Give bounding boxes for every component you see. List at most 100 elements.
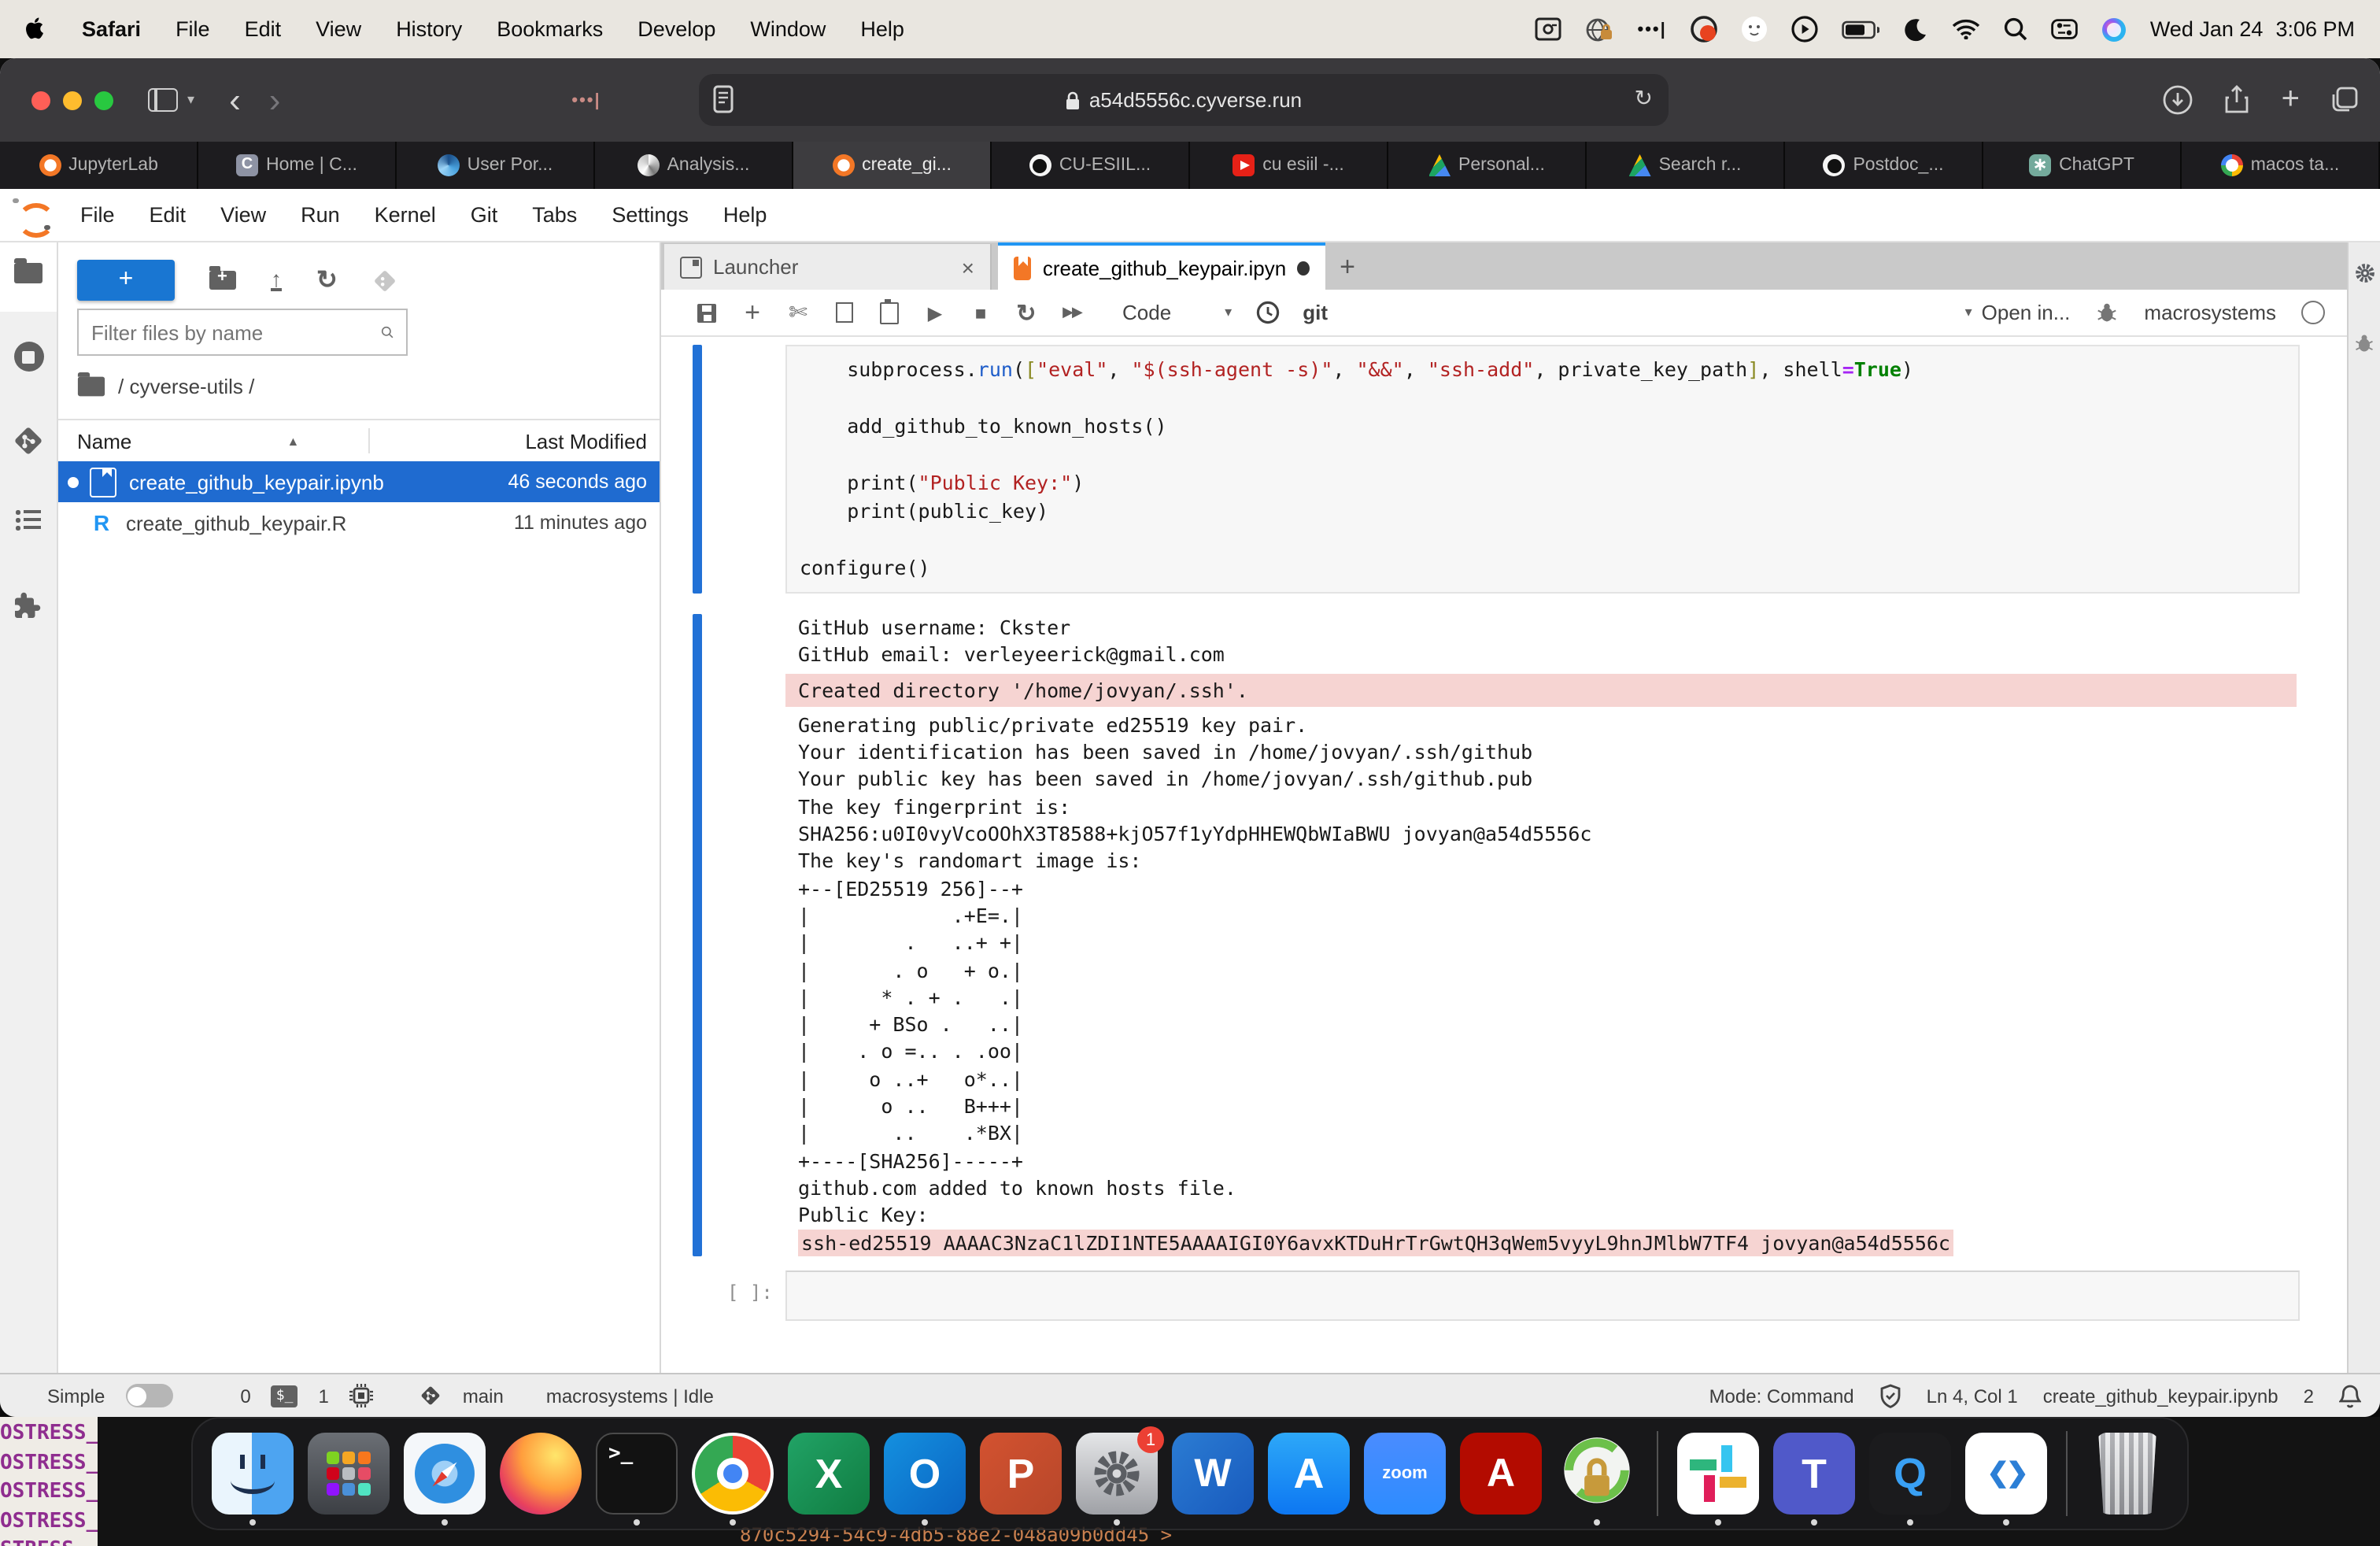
filter-files-field[interactable] [79, 320, 381, 344]
close-window-button[interactable] [31, 91, 50, 109]
jl-menu-help[interactable]: Help [706, 203, 785, 227]
focus-moon-icon[interactable] [1903, 15, 1928, 43]
column-last-modified[interactable]: Last Modified [525, 429, 647, 453]
new-tab-icon[interactable]: + [2282, 82, 2300, 118]
git-tab-icon[interactable] [0, 423, 57, 458]
new-launcher-button[interactable]: + [77, 260, 175, 301]
run-cell-button[interactable]: ▶ [924, 301, 946, 324]
dock-chrome[interactable] [692, 1433, 774, 1515]
doc-tab-launcher[interactable]: Launcher× [664, 244, 992, 290]
home-folder-icon[interactable] [78, 377, 105, 397]
adobe-cc-icon[interactable] [1691, 15, 1717, 43]
jl-menu-view[interactable]: View [203, 203, 283, 227]
safari-tab-home-c[interactable]: Home | C... [198, 142, 397, 189]
dock-outlook[interactable] [884, 1433, 966, 1515]
dock-slack[interactable] [1677, 1433, 1759, 1515]
refresh-file-list-button[interactable]: ↻ [316, 264, 338, 296]
simple-mode-toggle[interactable] [125, 1384, 172, 1407]
filter-files-input[interactable] [77, 309, 408, 356]
dock-word[interactable] [1172, 1433, 1254, 1515]
paste-cell-button[interactable] [878, 301, 900, 324]
control-center-icon[interactable] [2051, 15, 2078, 43]
reload-icon[interactable]: ↻ [1635, 85, 1653, 112]
cursor-position[interactable]: Ln 4, Col 1 [1927, 1385, 2018, 1407]
menu-window[interactable]: Window [750, 17, 826, 41]
now-playing-icon[interactable] [1791, 15, 1818, 43]
zoom-window-button[interactable] [94, 91, 113, 109]
extensions-icon[interactable]: •••| [571, 91, 601, 109]
dock-excel[interactable] [788, 1433, 870, 1515]
share-icon[interactable] [2225, 85, 2250, 115]
restart-kernel-button[interactable]: ↻ [1015, 298, 1037, 327]
terminal-icon[interactable]: $_ [272, 1385, 298, 1407]
menu-clock[interactable]: Wed Jan 24 3:06 PM [2150, 17, 2355, 41]
apple-menu[interactable] [25, 15, 47, 43]
menu-history[interactable]: History [396, 17, 462, 41]
menu-help[interactable]: Help [860, 17, 904, 41]
open-in-button[interactable]: Open in... [1982, 301, 2071, 324]
menu-edit[interactable]: Edit [245, 17, 282, 41]
debugger-bug-icon[interactable] [2095, 301, 2119, 324]
dock-acrobat[interactable] [1460, 1433, 1542, 1515]
spotlight-icon[interactable] [2004, 15, 2027, 43]
back-button[interactable]: ‹ [229, 80, 241, 120]
jl-menu-file[interactable]: File [63, 203, 132, 227]
dock-vscode[interactable] [1965, 1433, 2047, 1515]
copy-cell-button[interactable] [833, 302, 855, 323]
close-icon[interactable]: × [962, 254, 974, 279]
safari-tab-personal-drive[interactable]: Personal... [1388, 142, 1587, 189]
file-row-notebook-file[interactable]: create_github_keypair.ipynb46 seconds ag… [58, 461, 660, 502]
jl-menu-settings[interactable]: Settings [594, 203, 706, 227]
new-tab-button[interactable]: + [1325, 244, 1369, 290]
code-cell[interactable]: subprocess.run(["eval", "$(ssh-agent -s)… [661, 345, 2347, 594]
safari-tab-user-portal[interactable]: User Por... [397, 142, 595, 189]
dock-safari[interactable] [404, 1433, 486, 1515]
extensions-tab-icon[interactable] [0, 592, 57, 623]
git-toolbar-label[interactable]: git [1303, 301, 1328, 324]
cpu-chip-icon[interactable] [349, 1384, 373, 1407]
dock-launchpad[interactable] [308, 1433, 390, 1515]
dock-appstore[interactable] [1268, 1433, 1350, 1515]
jl-menu-tabs[interactable]: Tabs [515, 203, 594, 227]
trust-shield-icon[interactable] [1879, 1383, 1901, 1408]
forward-button[interactable]: › [269, 80, 281, 120]
cell-type-dropdown[interactable]: Code ▾ [1122, 301, 1232, 324]
dock-terminal[interactable] [596, 1433, 678, 1515]
battery-icon[interactable] [1842, 15, 1879, 43]
downloads-icon[interactable] [2164, 85, 2193, 115]
minimize-window-button[interactable] [63, 91, 82, 109]
dock-zoom[interactable] [1364, 1433, 1446, 1515]
git-clone-button[interactable] [372, 267, 399, 294]
code-editor[interactable]: subprocess.run(["eval", "$(ssh-agent -s)… [785, 345, 2300, 594]
safari-tab-jupyterlab[interactable]: JupyterLab [0, 142, 198, 189]
safari-tab-macos-ta[interactable]: macos ta... [2182, 142, 2380, 189]
cell-output-area[interactable]: GitHub username: Ckster GitHub email: ve… [661, 614, 2347, 1256]
mode-indicator[interactable]: Mode: Command [1709, 1385, 1854, 1407]
doc-tab-notebook[interactable]: create_github_keypair.ipyn [998, 242, 1325, 290]
menu-file[interactable]: File [176, 17, 210, 41]
jl-menu-run[interactable]: Run [283, 203, 357, 227]
kernel-status-icon[interactable] [2301, 301, 2325, 324]
dock-trash[interactable] [2086, 1433, 2168, 1515]
menu-develop[interactable]: Develop [638, 17, 715, 41]
git-branch-name[interactable]: main [463, 1385, 504, 1407]
status-filename[interactable]: create_github_keypair.ipynb [2043, 1385, 2278, 1407]
jl-menu-edit[interactable]: Edit [132, 203, 204, 227]
safari-tab-search-results[interactable]: Search r... [1587, 142, 1785, 189]
save-button[interactable] [696, 303, 718, 322]
file-row-r-file[interactable]: Rcreate_github_keypair.R11 minutes ago [58, 502, 660, 543]
onepassword-icon[interactable]: •••| [1638, 15, 1667, 43]
restart-run-all-button[interactable]: ▶▶ [1061, 304, 1083, 321]
table-of-contents-tab-icon[interactable] [0, 510, 57, 529]
siri-icon[interactable] [2101, 15, 2127, 43]
add-cell-button[interactable]: + [741, 297, 763, 328]
breadcrumb[interactable]: / cyverse-utils / [118, 375, 254, 398]
safari-tab-cu-esiil-video[interactable]: cu esiil -... [1190, 142, 1388, 189]
tab-overview-icon[interactable] [2331, 87, 2358, 113]
new-folder-button[interactable] [209, 271, 236, 290]
bell-icon[interactable] [2339, 1383, 2361, 1408]
stop-kernel-button[interactable]: ■ [970, 301, 992, 324]
vpn-globe-icon[interactable] [1586, 15, 1614, 43]
safari-tab-chatgpt[interactable]: ChatGPT [1983, 142, 2182, 189]
dock-quicktime[interactable] [1869, 1433, 1951, 1515]
